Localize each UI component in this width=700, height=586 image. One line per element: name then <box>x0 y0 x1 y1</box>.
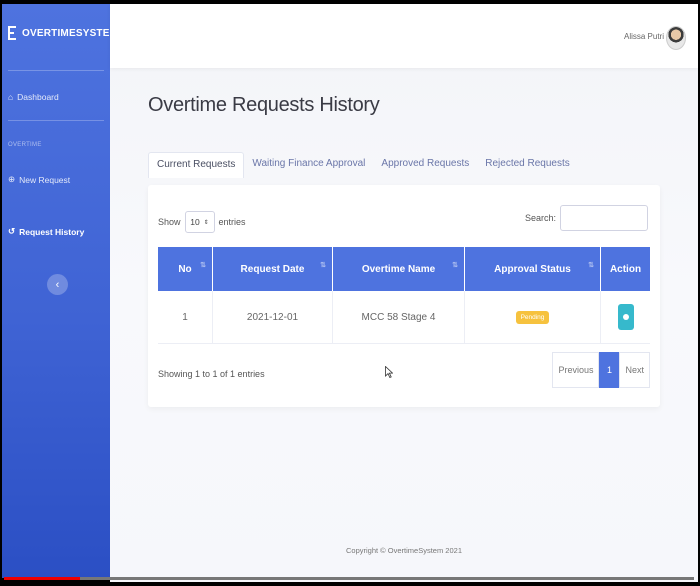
tab-current-requests[interactable]: Current Requests <box>148 152 245 178</box>
status-badge: Pending <box>515 310 550 324</box>
view-detail-button[interactable] <box>617 304 634 330</box>
table-info: Showing 1 to 1 of 1 entries <box>158 369 265 379</box>
sidebar-item-new-request[interactable]: ⊕ New Request <box>8 174 70 185</box>
page-title: Overtime Requests History <box>148 94 380 116</box>
sort-icon: ⇅ <box>588 262 594 269</box>
previous-page-button[interactable]: Previous <box>552 352 600 388</box>
user-name[interactable]: Alissa Putri <box>624 32 664 41</box>
app-window: OVERTIMESYSTEM ⌂ Dashboard OVERTIME ⊕ Ne… <box>0 0 700 586</box>
sidebar-item-dashboard[interactable]: ⌂ Dashboard <box>8 92 59 102</box>
sidebar: OVERTIMESYSTEM ⌂ Dashboard OVERTIME ⊕ Ne… <box>2 4 118 578</box>
column-header-overtime-name[interactable]: Overtime Name ⇅ <box>332 247 465 291</box>
sidebar-item-request-history[interactable]: ↺ Request History <box>8 226 84 237</box>
avatar[interactable] <box>666 26 686 50</box>
requests-card: Show 10 ⇕ entries Search: No ⇅ Request Da… <box>148 185 660 407</box>
column-header-approval-status[interactable]: Approval Status ⇅ <box>464 247 601 291</box>
tab-waiting-finance-approval[interactable]: Waiting Finance Approval <box>244 152 373 178</box>
sidebar-divider <box>8 120 104 121</box>
tab-approved-requests[interactable]: Approved Requests <box>373 152 477 178</box>
cell-approval-status: Pending <box>464 291 601 344</box>
column-header-label: Action <box>609 263 642 275</box>
next-page-button[interactable]: Next <box>619 352 650 388</box>
info-icon <box>622 314 629 320</box>
sort-updown-icon: ⇕ <box>203 219 209 226</box>
main-content: Alissa Putri Overtime Requests History C… <box>110 4 698 582</box>
entries-select[interactable]: 10 ⇕ <box>184 211 215 233</box>
search-label: Search: <box>524 213 556 223</box>
requests-table: No ⇅ Request Date ⇅ Overtime Name ⇅ Approva… <box>158 247 650 344</box>
pagination: Previous 1 Next <box>552 352 650 388</box>
sidebar-item-label: Request History <box>19 226 85 237</box>
cell-request-date: 2021-12-01 <box>212 291 333 344</box>
column-header-label: Overtime Name <box>361 263 436 275</box>
entries-value: 10 <box>190 217 200 227</box>
history-icon: ↺ <box>8 226 16 236</box>
brand[interactable]: OVERTIMESYSTEM <box>8 26 118 40</box>
sidebar-item-label: Dashboard <box>17 92 59 102</box>
sort-icon: ⇅ <box>320 262 326 269</box>
cell-action <box>600 291 650 344</box>
dashboard-icon: ⌂ <box>8 92 14 102</box>
topbar: Alissa Putri <box>110 4 698 68</box>
cell-no: 1 <box>158 291 213 344</box>
column-header-label: No <box>178 263 192 275</box>
tab-rejected-requests[interactable]: Rejected Requests <box>477 152 578 178</box>
brand-name: OVERTIMESYSTEM <box>22 27 119 39</box>
column-header-label: Approval Status <box>494 263 571 275</box>
plus-circle-icon: ⊕ <box>8 174 16 184</box>
entries-label: entries <box>218 217 246 227</box>
brand-logo-icon <box>8 26 16 40</box>
video-progress-bar[interactable] <box>4 577 694 580</box>
column-header-action: Action <box>600 247 650 291</box>
show-label: Show <box>158 217 181 227</box>
mouse-cursor-icon <box>385 366 393 378</box>
search-control: Search: <box>525 205 648 231</box>
sort-icon: ⇅ <box>452 262 458 269</box>
cell-overtime-name: MCC 58 Stage 4 <box>332 291 465 344</box>
column-header-request-date[interactable]: Request Date ⇅ <box>212 247 333 291</box>
sidebar-divider <box>8 70 104 71</box>
table-row: 1 2021-12-01 MCC 58 Stage 4 Pending <box>158 291 650 344</box>
search-input[interactable] <box>560 205 648 231</box>
table-header-row: No ⇅ Request Date ⇅ Overtime Name ⇅ Approva… <box>158 247 650 291</box>
tab-bar: Current Requests Waiting Finance Approva… <box>148 152 578 178</box>
video-progress-fill <box>4 577 80 580</box>
page-1-button[interactable]: 1 <box>599 352 620 388</box>
column-header-label: Request Date <box>240 263 305 275</box>
entries-length-control: Show 10 ⇕ entries <box>158 211 246 233</box>
sort-icon: ⇅ <box>200 262 206 269</box>
footer-copyright: Copyright © OvertimeSystem 2021 <box>346 546 462 555</box>
chevron-left-icon: ‹ <box>55 278 60 291</box>
sidebar-section-heading: OVERTIME <box>8 142 42 148</box>
column-header-no[interactable]: No ⇅ <box>158 247 213 291</box>
sidebar-item-label: New Request <box>19 174 71 185</box>
sidebar-toggle-button[interactable]: ‹ <box>47 274 68 295</box>
